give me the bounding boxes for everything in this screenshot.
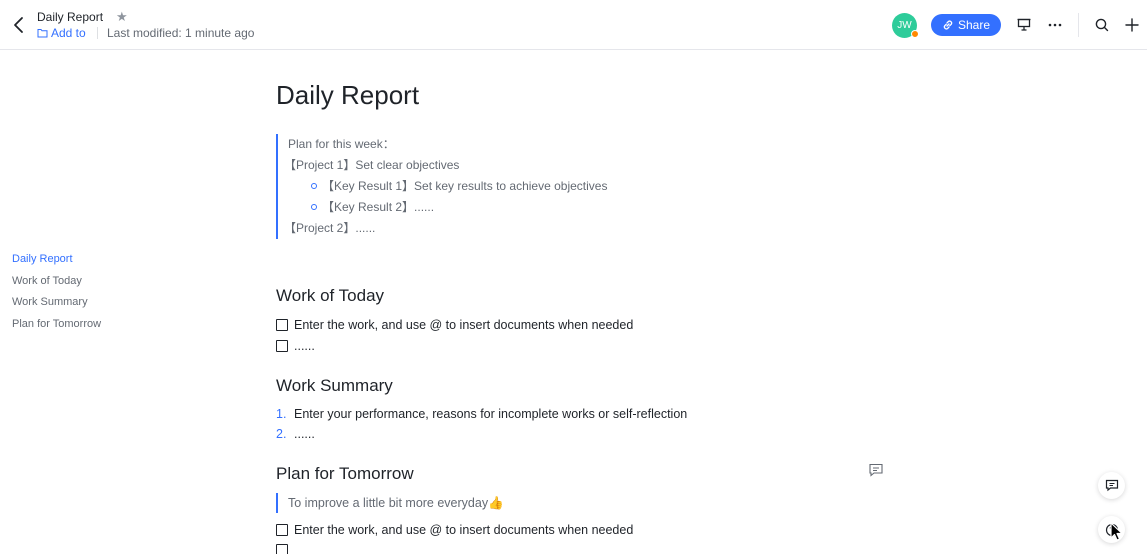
link-icon xyxy=(943,20,953,30)
more-icon[interactable] xyxy=(1046,16,1064,34)
list-text: Enter your performance, reasons for inco… xyxy=(294,407,688,421)
divider xyxy=(1078,13,1079,37)
outline-sidebar: Daily Report Work of Today Work Summary … xyxy=(12,250,101,336)
outline-item-work-summary[interactable]: Work Summary xyxy=(12,293,101,315)
todo-checkbox[interactable] xyxy=(276,544,288,554)
outline-item-work-of-today[interactable]: Work of Today xyxy=(12,272,101,294)
share-label: Share xyxy=(957,18,991,32)
cursor-icon xyxy=(1110,522,1124,542)
todo-checkbox[interactable] xyxy=(276,340,288,352)
bullet-icon xyxy=(311,183,317,189)
comments-button[interactable] xyxy=(1098,472,1125,499)
plus-icon[interactable] xyxy=(1123,16,1141,34)
add-to-label: Add to xyxy=(51,26,86,40)
doc-title[interactable]: Daily Report xyxy=(37,10,103,24)
quote-sub-item: 【Key Result 1】Set key results to achieve… xyxy=(288,176,696,197)
top-bar: Daily Report ★ Add to Last modified: 1 m… xyxy=(0,0,1147,50)
add-to-button[interactable]: Add to xyxy=(37,26,86,40)
folder-icon xyxy=(37,29,48,38)
page-title[interactable]: Daily Report xyxy=(276,80,419,111)
share-button[interactable]: Share xyxy=(931,14,1001,36)
quote-sub-text: 【Key Result 1】Set key results to achieve… xyxy=(322,179,608,193)
todo-checkbox[interactable] xyxy=(276,524,288,536)
presentation-icon[interactable] xyxy=(1015,16,1033,34)
plan-quote-block[interactable]: Plan for this week： 【Project 1】Set clear… xyxy=(276,134,696,239)
list-item[interactable]: 1. Enter your performance, reasons for i… xyxy=(276,404,687,424)
list-text: ...... xyxy=(294,427,315,441)
todo-item[interactable]: Enter the work, and use @ to insert docu… xyxy=(276,315,633,335)
todo-text: ...... xyxy=(294,339,315,353)
heading-work-summary[interactable]: Work Summary xyxy=(276,376,393,396)
quote-line: 【Project 2】...... xyxy=(284,221,376,235)
quote-line: Plan for this week： xyxy=(288,137,395,151)
comment-icon[interactable] xyxy=(868,463,884,477)
heading-plan-for-tomorrow[interactable]: Plan for Tomorrow xyxy=(276,464,414,484)
motto-quote[interactable]: To improve a little bit more everyday👍 xyxy=(276,493,504,513)
list-number: 1. xyxy=(276,407,287,421)
todo-item[interactable] xyxy=(276,540,294,554)
quote-line: 【Project 1】Set clear objectives xyxy=(284,158,460,172)
status-dot xyxy=(911,30,919,38)
last-modified: Last modified: 1 minute ago xyxy=(107,26,255,40)
list-number: 2. xyxy=(276,427,287,441)
quote-sub-item: 【Key Result 2】...... xyxy=(288,197,696,218)
comment-icon xyxy=(1105,479,1118,492)
star-icon[interactable]: ★ xyxy=(116,9,128,25)
outline-item-daily-report[interactable]: Daily Report xyxy=(12,250,101,272)
todo-item[interactable]: ...... xyxy=(276,336,315,356)
outline-item-plan-for-tomorrow[interactable]: Plan for Tomorrow xyxy=(12,315,101,337)
bullet-icon xyxy=(311,204,317,210)
list-item[interactable]: 2. ...... xyxy=(276,424,315,444)
heading-work-of-today[interactable]: Work of Today xyxy=(276,286,384,306)
search-icon[interactable] xyxy=(1093,16,1111,34)
todo-item[interactable]: Enter the work, and use @ to insert docu… xyxy=(276,520,633,540)
todo-text: Enter the work, and use @ to insert docu… xyxy=(294,318,634,332)
avatar-initials: JW xyxy=(897,20,912,31)
back-arrow-icon[interactable] xyxy=(10,14,28,36)
todo-checkbox[interactable] xyxy=(276,319,288,331)
divider xyxy=(97,27,98,39)
quote-sub-text: 【Key Result 2】...... xyxy=(322,200,435,214)
todo-text: Enter the work, and use @ to insert docu… xyxy=(294,523,634,537)
